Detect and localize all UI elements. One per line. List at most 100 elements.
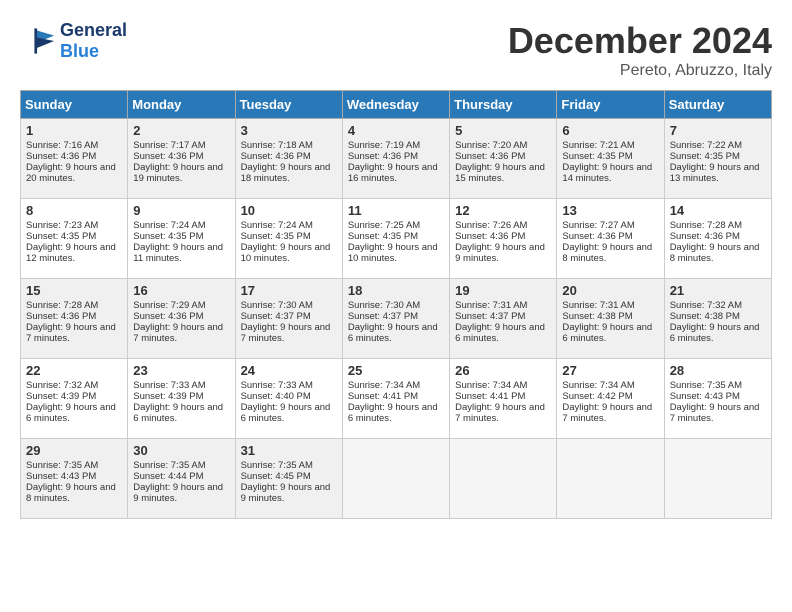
sunrise-label: Sunrise: 7:24 AM [241, 220, 313, 231]
day-number: 19 [455, 283, 551, 298]
day-number: 26 [455, 363, 551, 378]
day-number: 15 [26, 283, 122, 298]
daylight-label: Daylight: 9 hours and 7 minutes. [670, 402, 760, 424]
sunset-label: Sunset: 4:39 PM [133, 391, 203, 402]
day-number: 17 [241, 283, 337, 298]
day-number: 18 [348, 283, 444, 298]
sunrise-label: Sunrise: 7:35 AM [26, 460, 98, 471]
daylight-label: Daylight: 9 hours and 8 minutes. [670, 242, 760, 264]
sunset-label: Sunset: 4:41 PM [348, 391, 418, 402]
month-title: December 2024 [508, 20, 772, 62]
sunset-label: Sunset: 4:36 PM [562, 231, 632, 242]
calendar-table: SundayMondayTuesdayWednesdayThursdayFrid… [20, 90, 772, 519]
day-number: 3 [241, 123, 337, 138]
daylight-label: Daylight: 9 hours and 13 minutes. [670, 162, 760, 184]
day-number: 5 [455, 123, 551, 138]
calendar-cell: 12 Sunrise: 7:26 AM Sunset: 4:36 PM Dayl… [450, 199, 557, 279]
day-number: 30 [133, 443, 229, 458]
daylight-label: Daylight: 9 hours and 7 minutes. [241, 322, 331, 344]
daylight-label: Daylight: 9 hours and 8 minutes. [562, 242, 652, 264]
sunrise-label: Sunrise: 7:16 AM [26, 140, 98, 151]
day-number: 6 [562, 123, 658, 138]
calendar-cell: 30 Sunrise: 7:35 AM Sunset: 4:44 PM Dayl… [128, 439, 235, 519]
sunset-label: Sunset: 4:38 PM [670, 311, 740, 322]
sunset-label: Sunset: 4:38 PM [562, 311, 632, 322]
calendar-cell: 20 Sunrise: 7:31 AM Sunset: 4:38 PM Dayl… [557, 279, 664, 359]
title-block: December 2024 Pereto, Abruzzo, Italy [508, 20, 772, 80]
sunset-label: Sunset: 4:36 PM [455, 231, 525, 242]
week-row: 8 Sunrise: 7:23 AM Sunset: 4:35 PM Dayli… [21, 199, 772, 279]
day-number: 23 [133, 363, 229, 378]
daylight-label: Daylight: 9 hours and 6 minutes. [241, 402, 331, 424]
calendar-cell: 9 Sunrise: 7:24 AM Sunset: 4:35 PM Dayli… [128, 199, 235, 279]
sunrise-label: Sunrise: 7:18 AM [241, 140, 313, 151]
sunrise-label: Sunrise: 7:30 AM [348, 300, 420, 311]
sunrise-label: Sunrise: 7:35 AM [670, 380, 742, 391]
sunrise-label: Sunrise: 7:24 AM [133, 220, 205, 231]
daylight-label: Daylight: 9 hours and 10 minutes. [241, 242, 331, 264]
column-header-wednesday: Wednesday [342, 91, 449, 119]
daylight-label: Daylight: 9 hours and 16 minutes. [348, 162, 438, 184]
sunset-label: Sunset: 4:36 PM [455, 151, 525, 162]
calendar-cell [557, 439, 664, 519]
day-number: 21 [670, 283, 766, 298]
sunset-label: Sunset: 4:35 PM [133, 231, 203, 242]
calendar-cell: 7 Sunrise: 7:22 AM Sunset: 4:35 PM Dayli… [664, 119, 771, 199]
daylight-label: Daylight: 9 hours and 9 minutes. [133, 482, 223, 504]
week-row: 29 Sunrise: 7:35 AM Sunset: 4:43 PM Dayl… [21, 439, 772, 519]
day-number: 28 [670, 363, 766, 378]
day-number: 13 [562, 203, 658, 218]
sunrise-label: Sunrise: 7:35 AM [133, 460, 205, 471]
column-header-sunday: Sunday [21, 91, 128, 119]
calendar-cell: 29 Sunrise: 7:35 AM Sunset: 4:43 PM Dayl… [21, 439, 128, 519]
column-header-monday: Monday [128, 91, 235, 119]
sunrise-label: Sunrise: 7:25 AM [348, 220, 420, 231]
sunrise-label: Sunrise: 7:35 AM [241, 460, 313, 471]
day-number: 2 [133, 123, 229, 138]
daylight-label: Daylight: 9 hours and 6 minutes. [26, 402, 116, 424]
column-header-saturday: Saturday [664, 91, 771, 119]
day-number: 16 [133, 283, 229, 298]
calendar-cell: 14 Sunrise: 7:28 AM Sunset: 4:36 PM Dayl… [664, 199, 771, 279]
sunrise-label: Sunrise: 7:31 AM [455, 300, 527, 311]
daylight-label: Daylight: 9 hours and 15 minutes. [455, 162, 545, 184]
calendar-cell: 6 Sunrise: 7:21 AM Sunset: 4:35 PM Dayli… [557, 119, 664, 199]
calendar-cell [664, 439, 771, 519]
day-number: 22 [26, 363, 122, 378]
calendar-cell: 13 Sunrise: 7:27 AM Sunset: 4:36 PM Dayl… [557, 199, 664, 279]
sunset-label: Sunset: 4:36 PM [133, 311, 203, 322]
sunset-label: Sunset: 4:36 PM [670, 231, 740, 242]
daylight-label: Daylight: 9 hours and 6 minutes. [348, 402, 438, 424]
sunset-label: Sunset: 4:40 PM [241, 391, 311, 402]
day-number: 24 [241, 363, 337, 378]
calendar-cell: 11 Sunrise: 7:25 AM Sunset: 4:35 PM Dayl… [342, 199, 449, 279]
sunrise-label: Sunrise: 7:34 AM [348, 380, 420, 391]
header-row: SundayMondayTuesdayWednesdayThursdayFrid… [21, 91, 772, 119]
sunset-label: Sunset: 4:35 PM [670, 151, 740, 162]
sunset-label: Sunset: 4:35 PM [348, 231, 418, 242]
logo-blue: Blue [60, 41, 99, 61]
calendar-cell: 21 Sunrise: 7:32 AM Sunset: 4:38 PM Dayl… [664, 279, 771, 359]
daylight-label: Daylight: 9 hours and 6 minutes. [348, 322, 438, 344]
daylight-label: Daylight: 9 hours and 19 minutes. [133, 162, 223, 184]
daylight-label: Daylight: 9 hours and 6 minutes. [133, 402, 223, 424]
sunrise-label: Sunrise: 7:26 AM [455, 220, 527, 231]
sunset-label: Sunset: 4:35 PM [26, 231, 96, 242]
day-number: 11 [348, 203, 444, 218]
calendar-cell: 24 Sunrise: 7:33 AM Sunset: 4:40 PM Dayl… [235, 359, 342, 439]
day-number: 1 [26, 123, 122, 138]
week-row: 15 Sunrise: 7:28 AM Sunset: 4:36 PM Dayl… [21, 279, 772, 359]
location: Pereto, Abruzzo, Italy [508, 62, 772, 80]
sunset-label: Sunset: 4:36 PM [26, 311, 96, 322]
sunset-label: Sunset: 4:39 PM [26, 391, 96, 402]
sunset-label: Sunset: 4:37 PM [348, 311, 418, 322]
sunrise-label: Sunrise: 7:23 AM [26, 220, 98, 231]
sunset-label: Sunset: 4:35 PM [241, 231, 311, 242]
sunset-label: Sunset: 4:45 PM [241, 471, 311, 482]
daylight-label: Daylight: 9 hours and 20 minutes. [26, 162, 116, 184]
day-number: 27 [562, 363, 658, 378]
day-number: 9 [133, 203, 229, 218]
sunrise-label: Sunrise: 7:34 AM [562, 380, 634, 391]
daylight-label: Daylight: 9 hours and 10 minutes. [348, 242, 438, 264]
sunrise-label: Sunrise: 7:29 AM [133, 300, 205, 311]
